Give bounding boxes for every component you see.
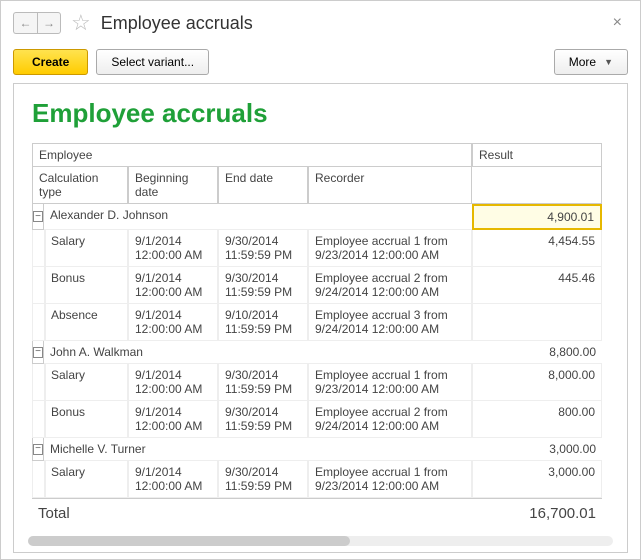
- col-result-spacer: [472, 167, 602, 204]
- row-end-date: 9/30/2014 11:59:59 PM: [218, 230, 308, 267]
- row-result: 445.46: [472, 267, 602, 304]
- row-calc-type: Bonus: [44, 267, 128, 304]
- col-result: Result: [472, 143, 602, 167]
- group-employee-name: Alexander D. Johnson: [44, 204, 472, 230]
- group-toggle[interactable]: −: [32, 341, 44, 364]
- row-end-date: 9/30/2014 11:59:59 PM: [218, 267, 308, 304]
- row-recorder: Employee accrual 1 from 9/23/2014 12:00:…: [308, 461, 472, 498]
- horizontal-scrollbar[interactable]: [28, 536, 613, 546]
- total-label: Total: [32, 498, 472, 528]
- row-recorder: Employee accrual 2 from 9/24/2014 12:00:…: [308, 401, 472, 438]
- row-begin-date: 9/1/2014 12:00:00 AM: [128, 401, 218, 438]
- arrow-left-icon: ←: [20, 16, 32, 30]
- report-grid: Employee Result Calculation type Beginni…: [32, 143, 609, 528]
- row-recorder: Employee accrual 3 from 9/24/2014 12:00:…: [308, 304, 472, 341]
- nav-forward-button[interactable]: →: [37, 12, 61, 34]
- group-toggle[interactable]: −: [32, 438, 44, 461]
- row-result: 3,000.00: [472, 461, 602, 498]
- row-result: 4,454.55: [472, 230, 602, 267]
- minus-icon: −: [33, 347, 43, 358]
- group-result: 3,000.00: [472, 438, 602, 461]
- group-employee-name: Michelle V. Turner: [44, 438, 472, 461]
- row-end-date: 9/30/2014 11:59:59 PM: [218, 461, 308, 498]
- chevron-down-icon: ▼: [604, 57, 613, 67]
- nav-back-button[interactable]: ←: [13, 12, 37, 34]
- scrollbar-thumb[interactable]: [28, 536, 350, 546]
- titlebar: ← → ☆ Employee accruals ×: [1, 1, 640, 45]
- row-recorder: Employee accrual 1 from 9/23/2014 12:00:…: [308, 230, 472, 267]
- row-begin-date: 9/1/2014 12:00:00 AM: [128, 461, 218, 498]
- row-end-date: 9/30/2014 11:59:59 PM: [218, 364, 308, 401]
- group-employee-name: John A. Walkman: [44, 341, 472, 364]
- row-calc-type: Salary: [44, 230, 128, 267]
- more-button[interactable]: More ▼: [554, 49, 628, 75]
- row-result: 800.00: [472, 401, 602, 438]
- col-calc-type: Calculation type: [32, 167, 128, 204]
- create-button[interactable]: Create: [13, 49, 88, 75]
- col-begin-date: Beginning date: [128, 167, 218, 204]
- row-begin-date: 9/1/2014 12:00:00 AM: [128, 230, 218, 267]
- minus-icon: −: [33, 211, 43, 222]
- star-icon: ☆: [71, 10, 91, 35]
- row-end-date: 9/10/2014 11:59:59 PM: [218, 304, 308, 341]
- select-variant-button[interactable]: Select variant...: [96, 49, 209, 75]
- row-recorder: Employee accrual 1 from 9/23/2014 12:00:…: [308, 364, 472, 401]
- row-calc-type: Absence: [44, 304, 128, 341]
- close-icon: ×: [613, 14, 622, 31]
- group-result: 8,800.00: [472, 341, 602, 364]
- col-employee: Employee: [32, 143, 472, 167]
- group-toggle[interactable]: −: [32, 204, 44, 230]
- row-result: 8,000.00: [472, 364, 602, 401]
- row-begin-date: 9/1/2014 12:00:00 AM: [128, 304, 218, 341]
- row-begin-date: 9/1/2014 12:00:00 AM: [128, 364, 218, 401]
- row-calc-type: Salary: [44, 364, 128, 401]
- row-calc-type: Salary: [44, 461, 128, 498]
- col-recorder: Recorder: [308, 167, 472, 204]
- col-end-date: End date: [218, 167, 308, 204]
- minus-icon: −: [33, 444, 43, 455]
- total-value: 16,700.01: [472, 498, 602, 528]
- row-recorder: Employee accrual 2 from 9/24/2014 12:00:…: [308, 267, 472, 304]
- window-title: Employee accruals: [101, 13, 253, 34]
- report-title: Employee accruals: [32, 98, 609, 129]
- toolbar: Create Select variant... More ▼: [1, 45, 640, 83]
- row-result: [472, 304, 602, 341]
- row-end-date: 9/30/2014 11:59:59 PM: [218, 401, 308, 438]
- group-result: 4,900.01: [472, 204, 602, 230]
- more-label: More: [569, 55, 596, 69]
- close-button[interactable]: ×: [607, 14, 628, 32]
- row-begin-date: 9/1/2014 12:00:00 AM: [128, 267, 218, 304]
- report-panel: Employee accruals Employee Result Calcul…: [13, 83, 628, 553]
- row-calc-type: Bonus: [44, 401, 128, 438]
- favorite-star-button[interactable]: ☆: [71, 10, 91, 36]
- arrow-right-icon: →: [43, 16, 55, 30]
